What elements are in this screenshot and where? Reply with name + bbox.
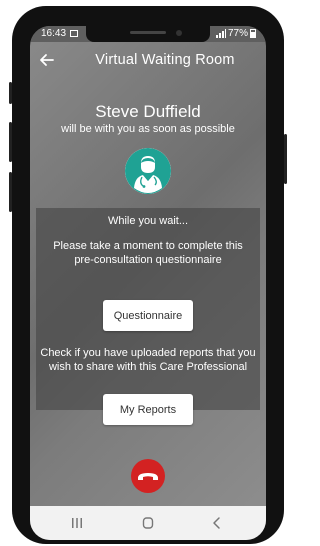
arrow-left-icon[interactable]	[38, 51, 56, 69]
battery-icon	[250, 29, 256, 38]
camera-notch	[86, 26, 210, 42]
phone-hangup-icon	[138, 473, 158, 480]
navigation-bar	[30, 506, 266, 540]
my-reports-button[interactable]: My Reports	[103, 394, 193, 425]
image-notification-icon	[70, 30, 78, 37]
status-bar: 16:43 77%	[30, 26, 266, 42]
page-title: Virtual Waiting Room	[95, 52, 235, 68]
front-camera	[176, 30, 182, 36]
reports-prompt: Check if you have uploaded reports that …	[40, 347, 256, 373]
wait-intro: While you wait...	[107, 215, 189, 227]
status-time: 16:43	[41, 28, 67, 39]
doctor-avatar	[125, 148, 171, 194]
home-icon	[142, 517, 154, 529]
recent-apps-button[interactable]	[62, 512, 92, 534]
battery-percent: 77%	[227, 28, 248, 39]
back-nav-button[interactable]	[202, 512, 232, 534]
doctor-name: Steve Duffield	[95, 102, 201, 121]
app-header: Virtual Waiting Room	[30, 42, 266, 78]
phone-volume-button	[9, 172, 12, 212]
signal-icon	[215, 29, 226, 38]
status-indicators: 77%	[215, 28, 256, 39]
phone-volume-button	[9, 122, 12, 162]
doctor-subtitle: will be with you as soon as possible	[61, 123, 235, 135]
end-call-button[interactable]	[131, 459, 165, 493]
home-button[interactable]	[133, 512, 163, 534]
app-screen: 16:43 77% Virtual Waiting Room Steve Duf…	[30, 26, 266, 540]
questionnaire-prompt: Please take a moment to complete this pr…	[53, 240, 243, 266]
doctor-icon	[125, 148, 171, 194]
phone-power-button	[284, 134, 287, 184]
recent-apps-icon	[72, 518, 82, 528]
questionnaire-button[interactable]: Questionnaire	[103, 300, 193, 331]
speaker-grille	[130, 31, 166, 34]
back-chevron-icon	[213, 517, 220, 529]
waiting-panel: While you wait... Please take a moment t…	[36, 208, 260, 425]
phone-side-button	[9, 82, 12, 104]
